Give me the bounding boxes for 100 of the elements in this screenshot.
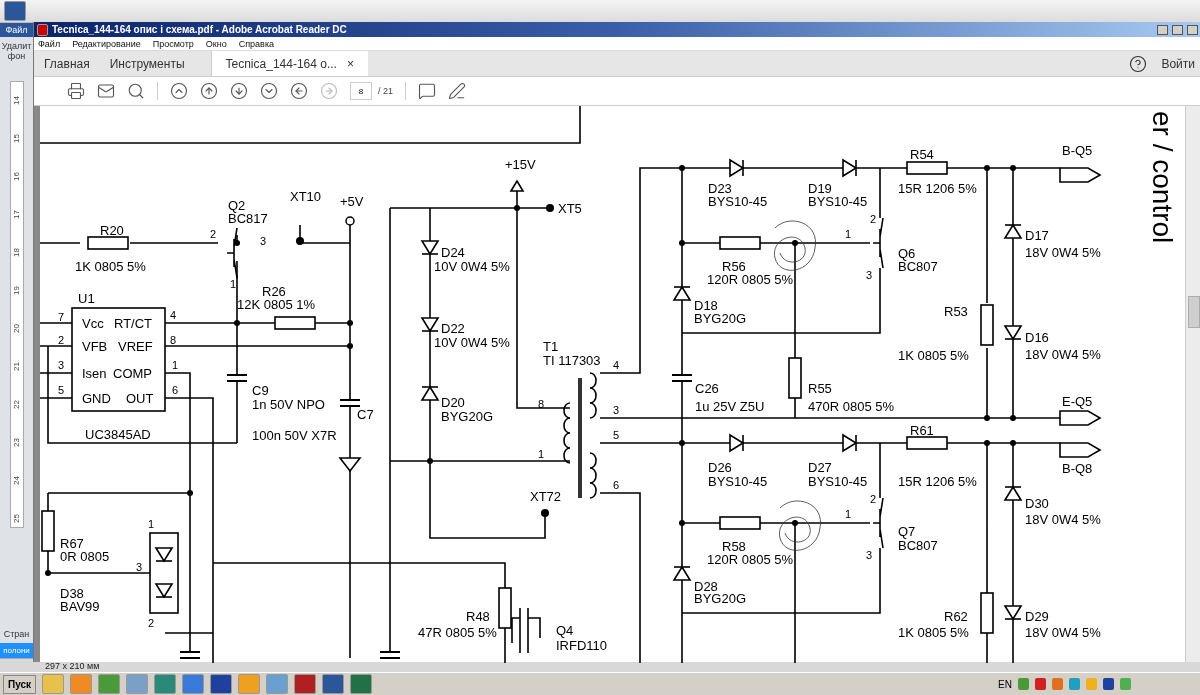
pin-number: 1 xyxy=(845,228,852,240)
remove-background-button[interactable]: Удалит фон xyxy=(0,41,33,61)
component-label: 18V 0W4 5% xyxy=(1025,512,1101,527)
component-label: BC817 xyxy=(228,211,268,226)
component-label: BC807 xyxy=(898,259,938,274)
last-page-icon[interactable] xyxy=(260,82,278,100)
close-tab-button[interactable]: × xyxy=(346,56,354,71)
menu-item[interactable]: Файл xyxy=(38,38,61,49)
menu-item[interactable]: Справка xyxy=(238,38,275,49)
previous-page-icon[interactable] xyxy=(200,82,218,100)
component-label: B-Q5 xyxy=(1062,143,1093,158)
component-label: E-Q5 xyxy=(1062,394,1093,409)
pin-number: 2 xyxy=(58,334,65,346)
component-label: D27 xyxy=(808,460,832,475)
pin-number: 1 xyxy=(172,359,179,371)
component-label: R61 xyxy=(910,423,934,438)
pin-number: 4 xyxy=(170,309,177,321)
pin-number: 2 xyxy=(870,493,877,505)
component-label: U1 xyxy=(78,291,95,306)
search-icon[interactable] xyxy=(127,82,145,100)
ruler-number: 24 xyxy=(12,476,21,485)
comment-icon[interactable] xyxy=(418,82,436,100)
component-label: RT/CT xyxy=(114,316,153,331)
component-label: 47R 0805 5% xyxy=(418,625,497,640)
component-label: 1K 0805 5% xyxy=(75,259,146,274)
pin-number: 7 xyxy=(58,311,65,323)
pin-number: 1 xyxy=(845,508,852,520)
component-label: +5V xyxy=(340,194,364,209)
component-label: XT10 xyxy=(290,189,322,204)
component-label: D22 xyxy=(441,321,465,336)
pin-number: 1 xyxy=(230,278,237,290)
component-label: T1 xyxy=(543,339,559,354)
component-label: BYG20G xyxy=(441,409,494,424)
component-label: D29 xyxy=(1025,609,1049,624)
page-size-text: 297 x 210 мм xyxy=(45,660,100,671)
start-button[interactable]: Пуск xyxy=(3,674,37,694)
tab[interactable]: Tecnica_144-164 о... × xyxy=(210,51,368,76)
component-label: BYG20G xyxy=(694,591,747,606)
component-label: 120R 0805 5% xyxy=(707,552,793,567)
vertical-scrollbar[interactable] xyxy=(1185,106,1200,662)
component-label: C9 xyxy=(252,383,269,398)
component-label: 1n 50V NPO xyxy=(252,397,325,412)
component-label: BYG20G xyxy=(694,311,747,326)
language-indicator[interactable]: EN xyxy=(998,678,1012,690)
menu-item[interactable]: Редактирование xyxy=(72,38,141,49)
component-label: D19 xyxy=(808,181,832,196)
pen-icon[interactable] xyxy=(448,82,466,100)
component-label: XT72 xyxy=(530,489,562,504)
component-label: COMP xyxy=(113,366,152,381)
tab[interactable]: Инструменты xyxy=(99,51,195,76)
component-label: Q7 xyxy=(898,524,916,539)
mail-icon[interactable] xyxy=(97,82,115,100)
component-label: VREF xyxy=(118,339,153,354)
scrollbar-thumb[interactable] xyxy=(1188,296,1200,328)
print-icon[interactable] xyxy=(67,82,85,100)
ruler-number: 22 xyxy=(12,400,21,409)
component-label: Vcc xyxy=(82,316,104,331)
pin-number: 8 xyxy=(538,398,545,410)
first-page-icon[interactable] xyxy=(170,82,188,100)
component-label: 120R 0805 5% xyxy=(707,272,793,287)
back-icon[interactable] xyxy=(290,82,308,100)
sign-in-link[interactable]: Войти xyxy=(1161,56,1195,71)
component-label: 15R 1206 5% xyxy=(898,474,977,489)
component-label: IRFD110 xyxy=(556,638,608,653)
ruler-number: 19 xyxy=(12,286,21,295)
component-label: R56 xyxy=(722,259,746,274)
component-label: BYS10-45 xyxy=(808,474,868,489)
pin-number: 3 xyxy=(58,359,65,371)
component-label: 10V 0W4 5% xyxy=(434,259,510,274)
component-label: D30 xyxy=(1025,496,1049,511)
component-label: BAV99 xyxy=(60,599,100,614)
maximize-button[interactable] xyxy=(1172,24,1183,35)
ruler-number: 14 xyxy=(12,96,21,105)
component-label: 12K 0805 1% xyxy=(237,297,316,312)
component-label: D38 xyxy=(60,586,84,601)
minimize-button[interactable] xyxy=(1157,24,1168,35)
component-label: R58 xyxy=(722,539,746,554)
page-number-field[interactable]: 8 xyxy=(350,82,372,100)
component-label: +15V xyxy=(505,157,536,172)
component-label: D26 xyxy=(708,460,732,475)
component-label: C7 xyxy=(357,407,374,422)
component-label: Q4 xyxy=(556,623,574,638)
component-label: VFB xyxy=(82,339,108,354)
menu-item[interactable]: Просмотр xyxy=(152,38,194,49)
menu-item[interactable]: Окно xyxy=(205,38,227,49)
tab[interactable]: Главная xyxy=(34,51,100,76)
ruler-number: 18 xyxy=(12,248,21,257)
file-tab[interactable]: Файл xyxy=(0,23,33,37)
component-label: C26 xyxy=(695,381,719,396)
component-label: 18V 0W4 5% xyxy=(1025,625,1101,640)
ruler-number: 17 xyxy=(12,210,21,219)
ruler-number: 25 xyxy=(12,514,21,523)
pin-number: 8 xyxy=(170,334,177,346)
forward-icon[interactable] xyxy=(320,82,338,100)
help-icon[interactable] xyxy=(1129,54,1148,73)
pin-number: 3 xyxy=(613,404,620,416)
ruler-number: 21 xyxy=(12,362,21,371)
next-page-icon[interactable] xyxy=(230,82,248,100)
component-label: R54 xyxy=(910,147,934,162)
close-button[interactable] xyxy=(1187,24,1198,35)
